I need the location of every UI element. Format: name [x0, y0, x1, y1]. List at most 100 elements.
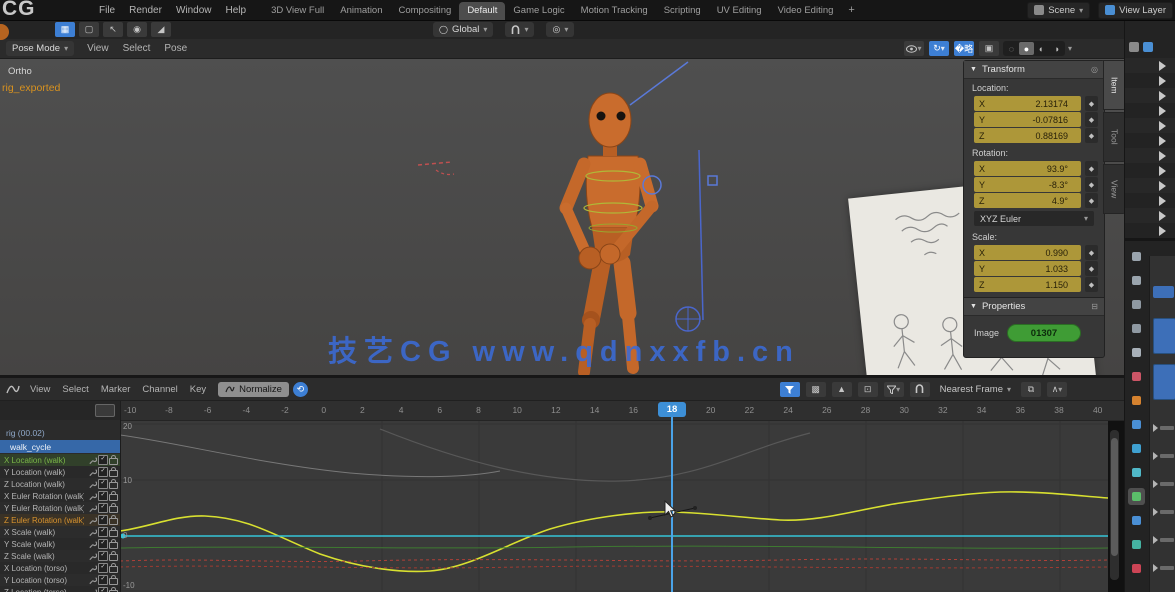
scale-x-field[interactable]: X0.990	[974, 245, 1081, 260]
channel-enable-checkbox[interactable]: ✓	[98, 527, 108, 537]
expand-arrow-icon[interactable]	[1159, 136, 1166, 146]
modifier-wrench-icon[interactable]	[88, 456, 97, 465]
workspace-tab-animation[interactable]: Animation	[332, 2, 390, 20]
expand-arrow-icon[interactable]	[1159, 166, 1166, 176]
workspace-tab-uv-editing[interactable]: UV Editing	[709, 2, 770, 20]
channel-row-y-location-torso-[interactable]: Y Location (torso)✓	[0, 574, 120, 586]
pinned-button[interactable]	[1153, 286, 1174, 298]
modifier-wrench-icon[interactable]	[88, 468, 97, 477]
keyframe-decorator-rotation-y[interactable]: ◆	[1085, 177, 1098, 192]
snap-mode-dropdown[interactable]: Nearest Frame ▾	[935, 382, 1016, 397]
location-z-field[interactable]: Z0.88169	[974, 128, 1081, 143]
add-workspace-button[interactable]: +	[841, 2, 861, 18]
properties-tab-object[interactable]	[1128, 392, 1145, 409]
channel-row-y-scale-walk-[interactable]: Y Scale (walk)✓	[0, 538, 120, 550]
xray-toggle[interactable]: ▣	[979, 41, 999, 56]
properties-tab-physics-sim[interactable]	[1128, 512, 1145, 529]
outliner-row[interactable]	[1125, 133, 1175, 148]
topbar-menu-render[interactable]: Render	[122, 5, 169, 16]
proportional-edit-toggle[interactable]: ◎ ▾	[546, 22, 574, 37]
modifier-wrench-icon[interactable]	[88, 480, 97, 489]
graph-menu-marker[interactable]: Marker	[95, 384, 137, 395]
collapsed-panel-1[interactable]	[1153, 424, 1158, 432]
snap-magnet-toggle[interactable]	[910, 382, 930, 397]
properties-tab-view-layer[interactable]	[1128, 320, 1145, 337]
channel-enable-checkbox[interactable]: ✓	[98, 455, 108, 465]
graph-scrollbar[interactable]	[1110, 430, 1119, 580]
graph-menu-key[interactable]: Key	[184, 384, 212, 395]
keyframe-decorator-location-y[interactable]: ◆	[1085, 112, 1098, 127]
editor-divider[interactable]	[1125, 238, 1175, 241]
location-x-field[interactable]: X2.13174	[974, 96, 1081, 111]
rotation-x-field[interactable]: X93.9°	[974, 161, 1081, 176]
channel-enable-checkbox[interactable]: ✓	[98, 575, 108, 585]
pin-icon[interactable]: ◎	[1091, 65, 1098, 74]
scale-z-field[interactable]: Z1.150	[974, 277, 1081, 292]
outliner-search-icon[interactable]	[1143, 42, 1153, 52]
mode-icon-1[interactable]: ▢	[79, 22, 99, 37]
channel-row-z-location-torso-[interactable]: Z Location (torso)✓	[0, 586, 120, 592]
channel-enable-checkbox[interactable]: ✓	[98, 515, 108, 525]
image-action-button[interactable]: 01307	[1007, 324, 1081, 342]
channel-enable-checkbox[interactable]: ✓	[98, 587, 108, 592]
channel-enable-checkbox[interactable]: ✓	[98, 539, 108, 549]
rotation-mode-dropdown[interactable]: XYZ Euler ▾	[974, 211, 1094, 226]
3d-viewport[interactable]: Ortho rig_exported 技艺CG www.qdnxxfb.cn	[0, 58, 1124, 375]
lock-icon[interactable]	[109, 554, 118, 561]
outliner-row[interactable]	[1125, 103, 1175, 118]
modifier-wrench-icon[interactable]	[88, 528, 97, 537]
expand-arrow-icon[interactable]	[1159, 76, 1166, 86]
graph-menu-view[interactable]: View	[24, 384, 56, 395]
topbar-menu-help[interactable]: Help	[219, 5, 254, 16]
viewport-menu-select[interactable]: Select	[116, 43, 158, 54]
workspace-tab-video-editing[interactable]: Video Editing	[770, 2, 842, 20]
outliner-row[interactable]	[1125, 223, 1175, 238]
current-frame-badge[interactable]: 18	[658, 402, 686, 417]
modifier-wrench-icon[interactable]	[88, 516, 97, 525]
channel-row-y-location-walk-[interactable]: Y Location (walk)✓	[0, 466, 120, 478]
expand-arrow-icon[interactable]	[1159, 91, 1166, 101]
lock-icon[interactable]	[109, 458, 118, 465]
sidebar-tab-item[interactable]: Item	[1103, 60, 1126, 110]
workspace-tab-default[interactable]: Default	[459, 2, 505, 20]
location-y-field[interactable]: Y-0.07816	[974, 112, 1081, 127]
channel-row-z-location-walk-[interactable]: Z Location (walk)✓	[0, 478, 120, 490]
properties-tab-modifiers[interactable]	[1128, 416, 1145, 433]
topbar-menu-file[interactable]: File	[92, 5, 122, 16]
lock-icon[interactable]	[109, 530, 118, 537]
workspace-tab-motion-tracking[interactable]: Motion Tracking	[573, 2, 656, 20]
show-hidden-toggle[interactable]: ▩	[806, 382, 826, 397]
shading-solid-icon[interactable]: ●	[1019, 42, 1034, 55]
outliner-filter-icon[interactable]	[1129, 42, 1139, 52]
scale-y-field[interactable]: Y1.033	[974, 261, 1081, 276]
overlays-toggle[interactable]: �略	[954, 41, 974, 56]
outliner-row[interactable]	[1125, 148, 1175, 163]
properties-tab-constraints[interactable]	[1128, 464, 1145, 481]
properties-tab-object-data[interactable]	[1128, 536, 1145, 553]
properties-tab-physics[interactable]	[1128, 440, 1145, 457]
channel-enable-checkbox[interactable]: ✓	[98, 479, 108, 489]
expand-arrow-icon[interactable]	[1159, 211, 1166, 221]
collapsed-panel-4[interactable]	[1153, 508, 1158, 516]
channel-search-box[interactable]	[95, 404, 115, 417]
scene-selector[interactable]: Scene ▾	[1027, 2, 1090, 19]
expand-arrow-icon[interactable]	[1159, 61, 1166, 71]
expand-arrow-icon[interactable]	[1159, 181, 1166, 191]
outliner-row[interactable]	[1125, 88, 1175, 103]
snap-toggle[interactable]: ▾	[505, 22, 534, 37]
channel-enable-checkbox[interactable]: ✓	[98, 467, 108, 477]
properties-tab-scene[interactable]	[1128, 344, 1145, 361]
outliner-row[interactable]	[1125, 163, 1175, 178]
channel-action-row-selected[interactable]: walk_cycle	[0, 440, 120, 453]
shading-rendered-icon[interactable]: ◑	[1049, 42, 1064, 55]
modifier-wrench-icon[interactable]	[88, 564, 97, 573]
collapsed-panel-3[interactable]	[1153, 480, 1158, 488]
channel-row-x-scale-walk-[interactable]: X Scale (walk)✓	[0, 526, 120, 538]
expand-arrow-icon[interactable]	[1159, 121, 1166, 131]
collapsed-panel-2[interactable]	[1153, 452, 1158, 460]
sidebar-tab-tool[interactable]: Tool	[1103, 112, 1126, 162]
channel-row-x-location-walk-[interactable]: X Location (walk)✓	[0, 454, 120, 466]
properties-tab-tool[interactable]	[1128, 248, 1145, 265]
collapsed-panel-5[interactable]	[1153, 536, 1158, 544]
rotation-y-field[interactable]: Y-8.3°	[974, 177, 1081, 192]
